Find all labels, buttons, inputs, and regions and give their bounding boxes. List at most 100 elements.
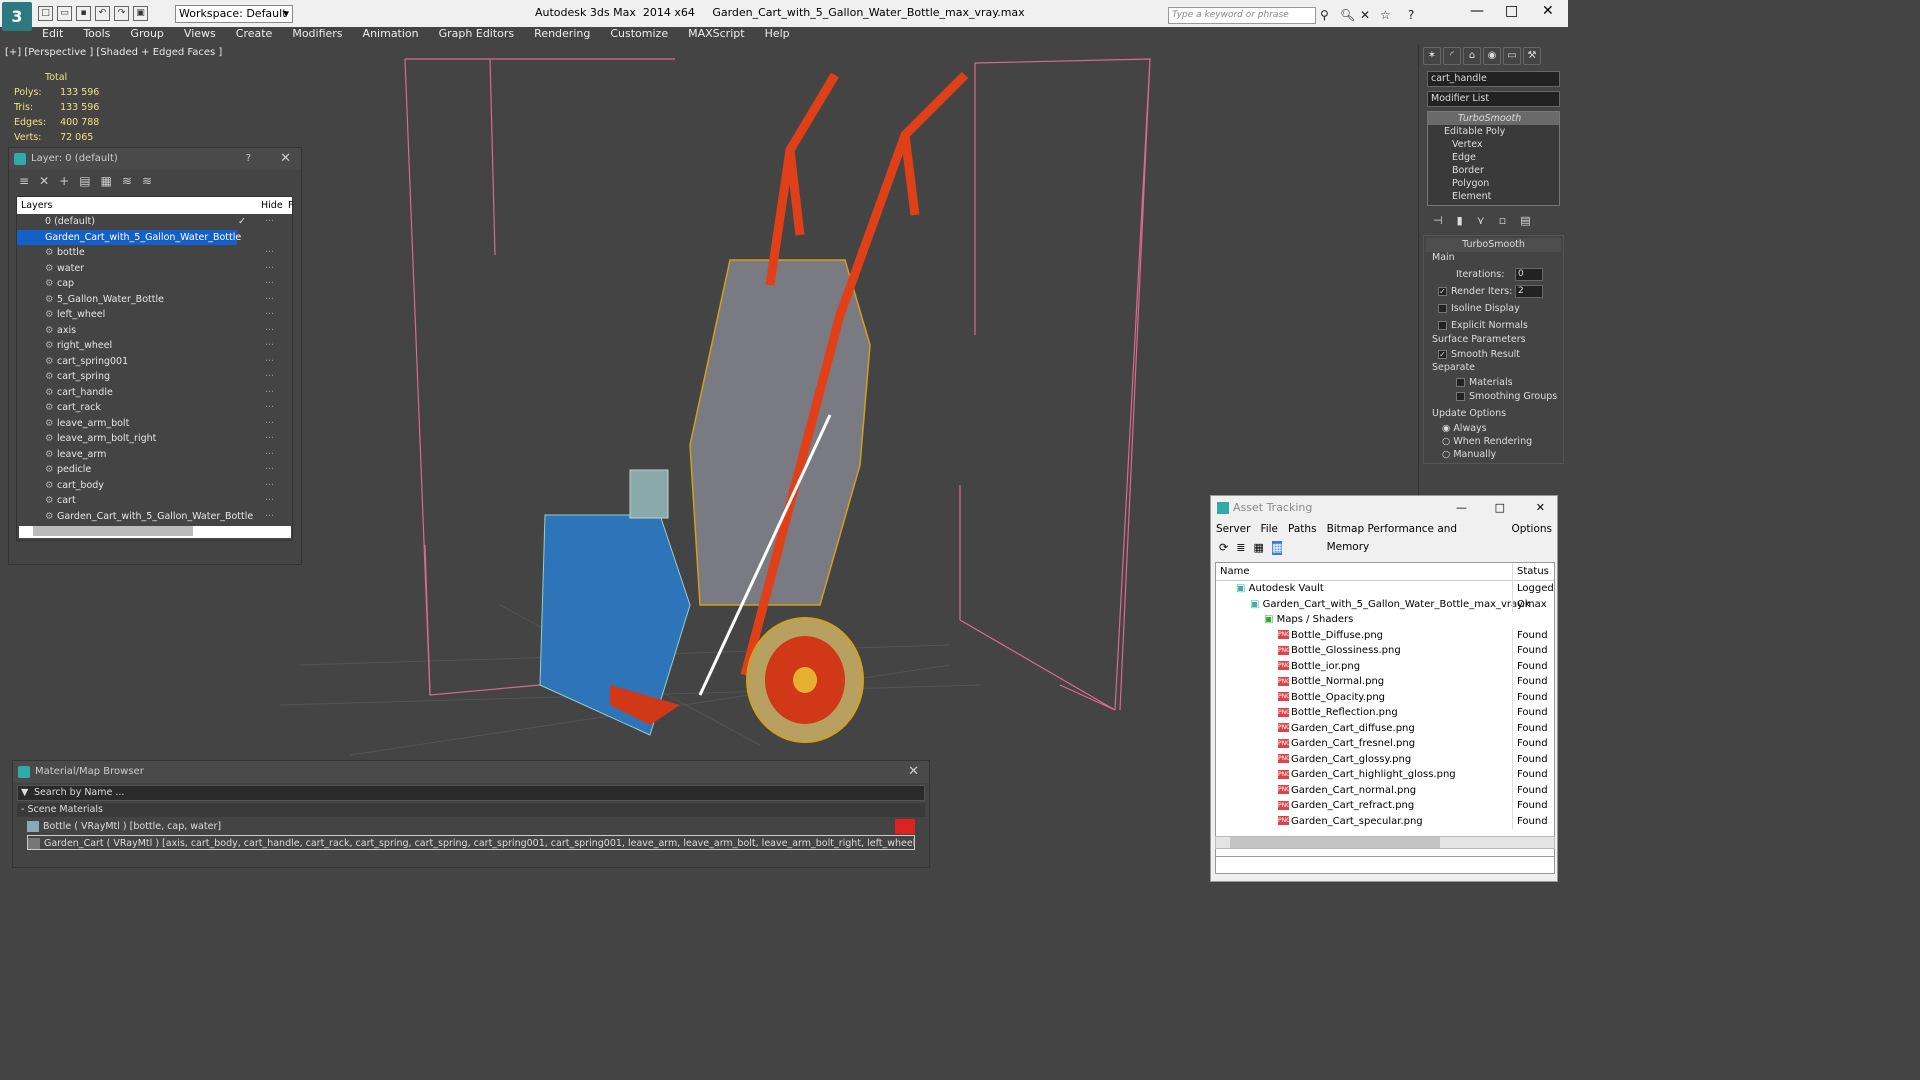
layer-item[interactable]: ⚙ pedicle ··· [17, 462, 292, 478]
asset-row[interactable]: PNGBottle_Diffuse.png Found [1216, 627, 1554, 643]
configure-sets-icon[interactable]: ▤ [1520, 214, 1530, 228]
layer-item[interactable]: ⚙ leave_arm_bolt_right ··· [17, 431, 292, 447]
menu-tools[interactable]: Tools [73, 27, 120, 45]
asset-row[interactable]: PNGBottle_Opacity.png Found [1216, 689, 1554, 705]
show-end-result-icon[interactable]: ▮ [1457, 214, 1463, 228]
search-icon[interactable]: 🔍︎ [1340, 8, 1355, 22]
layer-item[interactable]: ⚙ cap ··· [17, 276, 292, 292]
materials-checkbox[interactable] [1456, 378, 1465, 387]
help-button[interactable]: ? [246, 148, 251, 170]
explicit-normals-checkbox[interactable] [1438, 321, 1447, 330]
layer-item[interactable]: ⚙ right_wheel ··· [17, 338, 292, 354]
layer-item[interactable]: ⚙ left_wheel ··· [17, 307, 292, 323]
stack-item-editable-poly[interactable]: Editable Poly [1428, 125, 1559, 138]
column-hide[interactable]: Hide [261, 197, 283, 214]
close-icon[interactable]: ✕ [280, 148, 291, 170]
delete-layer-icon[interactable]: ✕ [39, 174, 49, 190]
filter-icon[interactable]: ▼ [21, 786, 28, 800]
highlight-layer-icon[interactable]: ▦ [101, 174, 112, 190]
freeze-all-icon[interactable]: ≋ [142, 174, 152, 190]
select-objects-icon[interactable]: ▤ [79, 174, 90, 190]
refresh-icon[interactable]: ⟳ [1219, 541, 1228, 555]
stack-item-turbosmooth[interactable]: TurboSmooth [1428, 112, 1559, 125]
layer-item[interactable]: ⚙ cart_body ··· [17, 478, 292, 494]
horizontal-scrollbar[interactable] [19, 526, 291, 538]
asset-row[interactable]: PNGGarden_Cart_specular.png Found [1216, 813, 1554, 829]
layer-panel-header[interactable]: Layer: 0 (default)? ✕ [9, 148, 301, 170]
layer-item[interactable]: ⚙ cart_spring001 ··· [17, 354, 292, 370]
table-view-icon[interactable]: ▦ [1271, 541, 1283, 555]
asset-row[interactable]: ▣ Maps / Shaders [1216, 612, 1554, 628]
render-iters-spinner[interactable]: 2 [1515, 285, 1543, 298]
hide-toggle[interactable]: ··· [265, 307, 274, 322]
hide-toggle[interactable]: ··· [265, 431, 274, 446]
binoculars-icon[interactable]: ⚲ [1320, 8, 1329, 22]
asset-menu-file[interactable]: File [1255, 520, 1283, 538]
layer-item[interactable]: ⚙ water ··· [17, 261, 292, 277]
thumbnail-view-icon[interactable]: ▦ [1253, 541, 1263, 555]
menu-maxscript[interactable]: MAXScript [678, 27, 754, 45]
stack-item-edge[interactable]: Edge [1428, 151, 1559, 164]
redo-icon[interactable]: ↷ [114, 6, 129, 21]
layer-item[interactable]: ⚙ cart_spring ··· [17, 369, 292, 385]
hide-toggle[interactable]: ··· [265, 462, 274, 477]
remove-modifier-icon[interactable]: ▫ [1499, 214, 1506, 228]
app-logo-icon[interactable]: 3 [2, 2, 32, 31]
hide-toggle[interactable]: ··· [265, 338, 274, 353]
save-icon[interactable]: ▪ [76, 6, 91, 21]
layer-item[interactable]: ⚙ cart_handle ··· [17, 385, 292, 401]
minimize-icon[interactable]: — [1470, 3, 1484, 19]
layer-item[interactable]: ⚙ bottle ··· [17, 245, 292, 261]
help-icon[interactable]: ? [1408, 8, 1414, 22]
pin-stack-icon[interactable]: ⊣ [1433, 214, 1443, 228]
layer-item[interactable]: ⚙ cart_rack ··· [17, 400, 292, 416]
asset-row[interactable]: ▣ Autodesk Vault Logged O [1216, 581, 1554, 597]
menu-graph-editors[interactable]: Graph Editors [429, 27, 525, 45]
maximize-icon[interactable]: □ [1495, 496, 1505, 520]
stack-item-element[interactable]: Element [1428, 190, 1559, 203]
hide-all-icon[interactable]: ≋ [122, 174, 132, 190]
always-row[interactable]: ◉ Always [1426, 422, 1561, 435]
asset-scrollbar[interactable] [1215, 836, 1555, 849]
asset-row[interactable]: PNGGarden_Cart_highlight_gloss.png Found [1216, 767, 1554, 783]
close-icon[interactable]: ✕ [1536, 496, 1545, 520]
hide-toggle[interactable]: ··· [265, 509, 274, 524]
asset-row[interactable]: PNGBottle_ior.png Found [1216, 658, 1554, 674]
new-layer-icon[interactable]: ≡ [19, 174, 29, 190]
asset-row[interactable]: PNGGarden_Cart_refract.png Found [1216, 798, 1554, 814]
column-freeze[interactable]: F [288, 197, 293, 214]
asset-row[interactable]: PNGGarden_Cart_fresnel.png Found [1216, 736, 1554, 752]
column-layers[interactable]: Layers [21, 200, 52, 211]
iterations-spinner[interactable]: 0 [1515, 268, 1543, 281]
hide-toggle[interactable]: ··· [265, 478, 274, 493]
hide-toggle[interactable]: ··· [265, 400, 274, 415]
close-icon[interactable]: ✕ [908, 761, 919, 783]
asset-menu-server[interactable]: Server [1211, 520, 1255, 538]
menu-edit[interactable]: Edit [32, 27, 73, 45]
modifier-list-dropdown[interactable]: Modifier List [1427, 91, 1560, 107]
project-icon[interactable]: ▣ [133, 6, 148, 21]
column-name[interactable]: Name [1216, 566, 1250, 577]
hide-toggle[interactable]: ··· [265, 447, 274, 462]
hide-toggle[interactable]: ··· [265, 323, 274, 338]
exchange-icon[interactable]: ✕ [1360, 8, 1370, 22]
menu-group[interactable]: Group [120, 27, 174, 45]
hide-toggle[interactable]: ··· [265, 354, 274, 369]
asset-menu-bitmap[interactable]: Bitmap Performance and Memory [1322, 520, 1507, 553]
object-name-field[interactable]: cart_handle [1427, 71, 1560, 87]
hide-toggle[interactable]: ··· [265, 245, 274, 260]
scrollbar-thumb[interactable] [1230, 837, 1440, 848]
stack-item-polygon[interactable]: Polygon [1428, 177, 1559, 190]
hide-toggle[interactable]: ··· [265, 261, 274, 276]
material-browser-header[interactable]: Material/Map Browser ✕ [13, 761, 929, 783]
manually-row[interactable]: ○ Manually [1426, 448, 1561, 461]
make-unique-icon[interactable]: ⋎ [1477, 214, 1485, 228]
layer-default[interactable]: 0 (default) ✓ ··· [17, 214, 292, 230]
layer-item[interactable]: ⚙ leave_arm ··· [17, 447, 292, 463]
menu-create[interactable]: Create [226, 27, 283, 45]
layer-item[interactable]: ⚙ Garden_Cart_with_5_Gallon_Water_Bottle ·… [17, 509, 292, 525]
layer-item[interactable]: ⚙ cart ··· [17, 493, 292, 509]
menu-modifiers[interactable]: Modifiers [282, 27, 352, 45]
menu-help[interactable]: Help [755, 27, 800, 45]
asset-tracking-header[interactable]: Asset Tracking — □ ✕ [1211, 496, 1557, 520]
